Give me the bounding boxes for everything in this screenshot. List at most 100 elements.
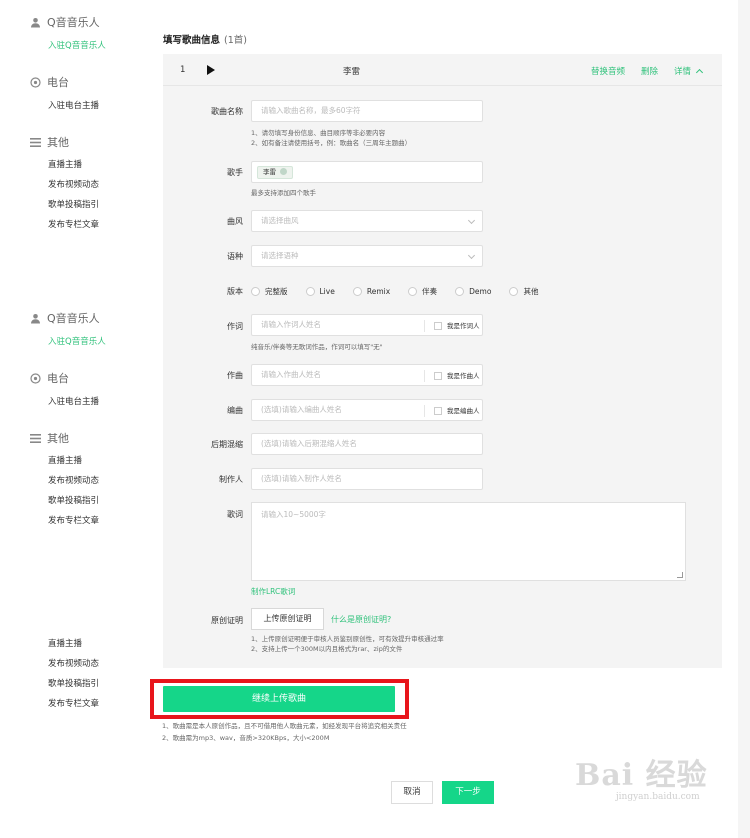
sidebar-head-label: Q音音乐人 [47, 16, 100, 29]
version-option[interactable]: 完整版 [251, 286, 288, 297]
resize-handle-icon[interactable] [677, 572, 683, 578]
radio-dot [509, 287, 519, 296]
menu-icon [30, 137, 41, 148]
chevron-up-icon [695, 68, 703, 77]
sidebar-head-other[interactable]: 其他 [30, 430, 69, 446]
detail-toggle[interactable]: 详情 [674, 65, 703, 77]
sidebar-item-playlist-guide[interactable]: 歌单投稿指引 [48, 494, 99, 506]
version-option[interactable]: 伴奏 [408, 286, 437, 297]
make-lrc-link[interactable]: 制作LRC歌词 [251, 586, 295, 597]
version-option[interactable]: Live [305, 286, 335, 297]
checkbox-box [434, 407, 442, 415]
sidebar-item-video[interactable]: 发布视频动态 [48, 474, 99, 486]
singer-input[interactable]: 李雷 [251, 161, 483, 183]
sidebar-item-column[interactable]: 发布专栏文章 [48, 218, 99, 230]
version-option-label: 伴奏 [422, 287, 438, 296]
person-icon [30, 17, 41, 28]
arranger-self-checkbox[interactable]: 我是编曲人 [424, 405, 480, 417]
watermark-brand: Bai 经验 [575, 758, 708, 793]
version-option-label: 其他 [523, 287, 539, 296]
language-select[interactable]: 请选择语种 [251, 245, 483, 267]
sidebar-item-join-musician[interactable]: 入驻Q音音乐人 [48, 335, 106, 347]
lyricist-self-checkbox[interactable]: 我是作词人 [424, 320, 480, 332]
replace-audio-link[interactable]: 替换音频 [591, 65, 625, 77]
radio-icon [30, 372, 41, 384]
play-icon[interactable] [207, 65, 215, 75]
sidebar-head-music[interactable]: Q音音乐人 [30, 310, 100, 326]
lyricist-hint: 纯音乐/伴奏等无歌词作品，作词可以填写"无" [251, 343, 383, 351]
continue-upload-button[interactable]: 继续上传歌曲 [163, 686, 395, 712]
lyrics-placeholder: 请输入10~5000字 [261, 510, 326, 519]
producer-label: 制作人 [219, 475, 243, 484]
sidebar-item-live[interactable]: 直播主播 [48, 454, 82, 466]
note-line: 2、歌曲需为mp3、wav，音质>320KBps，大小<200M [162, 734, 330, 742]
chevron-down-icon [467, 216, 476, 225]
sidebar-head-label: 其他 [47, 136, 69, 149]
hint-line: 1、上传原创证明便于审核人员鉴别原创性，可有效提升审核通过率 [251, 635, 444, 643]
singer-tag-label: 李雷 [263, 168, 276, 176]
version-option[interactable]: Remix [352, 286, 390, 297]
song-name: 李雷 [343, 67, 361, 77]
arranger-input[interactable]: (选填)请输入编曲人姓名 我是编曲人 [251, 399, 483, 421]
language-placeholder: 请选择语种 [261, 251, 299, 260]
sidebar-item-join-radio[interactable]: 入驻电台主播 [48, 99, 99, 111]
sidebar-item-join-radio[interactable]: 入驻电台主播 [48, 395, 99, 407]
version-option-label: Demo [469, 287, 492, 296]
radio-dot [455, 287, 465, 296]
sidebar-item-column[interactable]: 发布专栏文章 [48, 514, 99, 526]
version-option[interactable]: Demo [455, 286, 491, 297]
sidebar-item-join-musician[interactable]: 入驻Q音音乐人 [48, 39, 106, 51]
page-title: 填写歌曲信息 (1首) [163, 32, 247, 46]
version-option[interactable]: 其他 [509, 286, 538, 297]
sidebar-item-video[interactable]: 发布视频动态 [48, 178, 99, 190]
hint-line: 1、请勿填写身份信息、曲目顺序等非必要内容 [251, 129, 386, 137]
lyrics-label: 歌词 [227, 510, 243, 519]
remove-icon[interactable] [280, 168, 287, 175]
upload-proof-button[interactable]: 上传原创证明 [251, 608, 324, 630]
detail-label: 详情 [674, 67, 692, 77]
checkbox-box [434, 372, 442, 380]
sidebar-head-radio[interactable]: 电台 [30, 74, 69, 90]
sidebar-head-label: 电台 [47, 76, 69, 89]
version-option-label: Live [319, 287, 335, 296]
cancel-button[interactable]: 取消 [391, 781, 433, 804]
singer-tag[interactable]: 李雷 [257, 166, 293, 179]
lyricist-placeholder: 请输入作词人姓名 [261, 320, 321, 329]
sidebar-item-live[interactable]: 直播主播 [48, 637, 82, 649]
song-name-input[interactable]: 请输入歌曲名称，最多60字符 [251, 100, 483, 122]
delete-link[interactable]: 删除 [641, 65, 658, 77]
sidebar-item-live[interactable]: 直播主播 [48, 158, 82, 170]
composer-input[interactable]: 请输入作曲人姓名 我是作曲人 [251, 364, 483, 386]
song-count: (1首) [224, 35, 247, 46]
song-row: 1 李雷 替换音频 删除 详情 [163, 54, 722, 86]
sidebar-item-video[interactable]: 发布视频动态 [48, 657, 99, 669]
genre-select[interactable]: 请选择曲风 [251, 210, 483, 232]
next-step-button[interactable]: 下一步 [442, 781, 494, 804]
sidebar-item-column[interactable]: 发布专栏文章 [48, 697, 99, 709]
song-name-hint: 1、请勿填写身份信息、曲目顺序等非必要内容 2、如有备注请使用括号，例：歌曲名（… [251, 128, 411, 148]
lyricist-input[interactable]: 请输入作词人姓名 我是作词人 [251, 314, 483, 336]
sidebar-head-music[interactable]: Q音音乐人 [30, 14, 100, 30]
song-form-panel: 1 李雷 替换音频 删除 详情 歌曲名称 请输入歌曲名称，最多60字符 1、请勿… [163, 54, 722, 668]
radio-dot [305, 287, 315, 296]
sidebar-item-playlist-guide[interactable]: 歌单投稿指引 [48, 677, 99, 689]
sidebar-item-playlist-guide[interactable]: 歌单投稿指引 [48, 198, 99, 210]
singer-hint: 最多支持添加四个歌手 [251, 189, 316, 197]
sidebar-head-other[interactable]: 其他 [30, 134, 69, 150]
singer-label: 歌手 [227, 168, 243, 177]
composer-self-checkbox[interactable]: 我是作曲人 [424, 370, 480, 382]
version-label: 版本 [227, 287, 243, 296]
sidebar-head-radio[interactable]: 电台 [30, 370, 69, 386]
mixer-input[interactable]: (选填)请输入后期混缩人姓名 [251, 433, 483, 455]
lyrics-textarea[interactable]: 请输入10~5000字 [251, 502, 686, 581]
menu-icon [30, 433, 41, 444]
page: Q音音乐人 入驻Q音音乐人 电台 入驻电台主播 其他 直播主播 发布视频动态 歌… [0, 0, 750, 838]
chevron-down-icon [467, 251, 476, 260]
lyricist-label: 作词 [227, 322, 243, 331]
checkbox-label: 我是作曲人 [447, 372, 480, 380]
what-is-proof-link[interactable]: 什么是原创证明? [331, 614, 391, 625]
arranger-placeholder: (选填)请输入编曲人姓名 [261, 405, 342, 414]
producer-input[interactable]: (选填)请输入制作人姓名 [251, 468, 483, 490]
version-radio-group: 完整版 Live Remix 伴奏 Demo 其他 [251, 286, 556, 297]
checkbox-label: 我是作词人 [447, 322, 480, 330]
